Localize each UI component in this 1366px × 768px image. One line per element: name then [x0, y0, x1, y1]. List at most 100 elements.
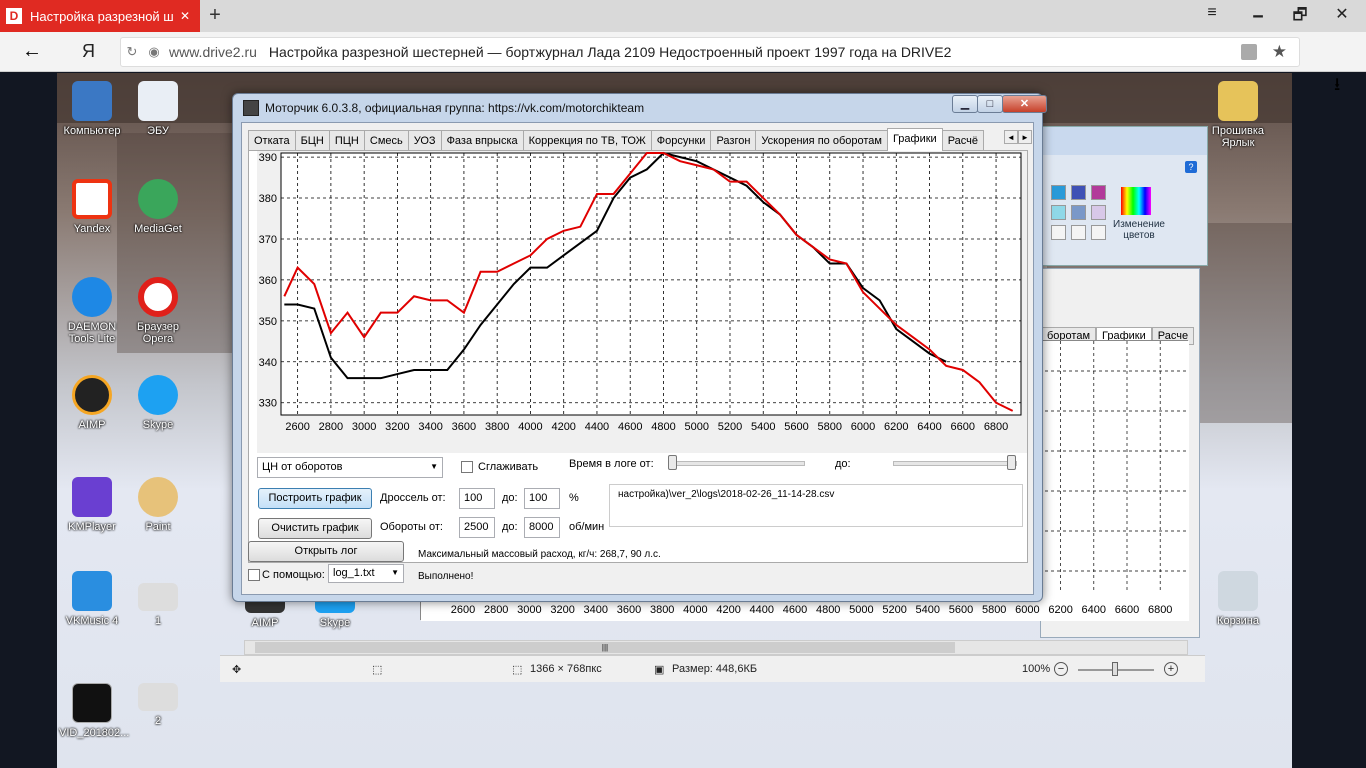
color-swatch[interactable] — [1091, 185, 1106, 200]
desktop-icon-file-1[interactable]: 1 — [125, 583, 191, 627]
window-titlebar[interactable]: Моторчик 6.0.3.8, официальная группа: ht… — [243, 98, 644, 118]
tab-strip: Отката БЦН ПЦН Смесь УОЗ Фаза впрыска Коррекци… — [248, 128, 1028, 151]
close-window-button[interactable]: ✕ — [1330, 4, 1354, 24]
time-from-slider-thumb[interactable] — [668, 455, 677, 470]
desktop-icon-video[interactable]: VID_201802... — [59, 683, 129, 739]
back-button[interactable]: ← — [22, 40, 42, 63]
download-icon[interactable]: ⭳ — [1334, 72, 1340, 102]
desktop-icon-mediaget[interactable]: MediaGet — [125, 179, 191, 235]
bg-x-tick-label: 3600 — [617, 604, 641, 616]
x-tick-label: 3000 — [352, 421, 376, 433]
color-swatch[interactable] — [1051, 225, 1066, 240]
window-close-button[interactable]: ✕ — [1002, 95, 1047, 113]
build-graph-button[interactable]: Построить график — [258, 488, 372, 509]
color-swatch[interactable] — [1091, 205, 1106, 220]
zoom-in-button[interactable]: + — [1164, 662, 1178, 676]
time-from-slider[interactable] — [669, 461, 805, 466]
tab-0[interactable]: Отката — [248, 130, 296, 151]
desktop-icon-ecu[interactable]: ЭБУ — [125, 81, 191, 137]
color-swatch[interactable] — [1071, 205, 1086, 220]
move-icon[interactable]: ✥ — [232, 663, 241, 676]
tab-scroll-right-button[interactable]: ► — [1018, 130, 1032, 144]
reload-icon[interactable]: ↻ — [121, 44, 143, 60]
help-icon[interactable]: ? — [1185, 161, 1197, 173]
x-tick-label: 5200 — [718, 421, 742, 433]
zoom-slider-thumb[interactable] — [1112, 662, 1118, 676]
bg-x-tick-label: 4600 — [783, 604, 807, 616]
x-tick-label: 2800 — [319, 421, 343, 433]
rpm-from-input[interactable]: 2500 — [459, 517, 495, 538]
tab-11[interactable]: Расчё — [941, 130, 985, 151]
desktop-icon-vkmusic[interactable]: VKMusic 4 — [59, 571, 125, 627]
tab-2[interactable]: ПЦН — [328, 130, 365, 151]
bg-x-tick-label: 3800 — [650, 604, 674, 616]
scrollbar-thumb[interactable]: ||| — [255, 642, 955, 653]
selection-icon[interactable]: ⬚ — [372, 663, 382, 676]
helper-select[interactable]: log_1.txt ▼ — [328, 564, 404, 583]
throttle-from-label: Дроссель от: — [380, 492, 446, 504]
smooth-label: Сглаживать — [478, 461, 539, 473]
desktop-icon-computer[interactable]: Компьютер — [59, 81, 125, 137]
bookmark-star-icon[interactable]: ★ — [1272, 42, 1287, 62]
desktop-icon-skype[interactable]: Skype — [125, 375, 191, 431]
color-swatch[interactable] — [1051, 185, 1066, 200]
smooth-checkbox[interactable] — [461, 461, 473, 473]
color-swatch[interactable] — [1091, 225, 1106, 240]
bg-x-tick-label: 4000 — [683, 604, 707, 616]
horizontal-scrollbar[interactable]: ||| — [244, 640, 1188, 655]
log-path-field[interactable]: настройка)\ver_2\logs\2018-02-26_11-14-2… — [609, 484, 1023, 527]
x-tick-label: 4200 — [551, 421, 575, 433]
new-tab-button[interactable]: + — [205, 4, 225, 27]
tab-scroll-left-button[interactable]: ◄ — [1004, 130, 1018, 144]
desktop-icon-aimp[interactable]: AIMP — [59, 375, 125, 431]
clear-graph-button[interactable]: Очистить график — [258, 518, 372, 539]
desktop-icon-daemon-tools[interactable]: DAEMON Tools Lite — [59, 277, 125, 345]
tab-6[interactable]: Коррекция по ТВ, ТОЖ — [522, 130, 652, 151]
chevron-down-icon: ▼ — [391, 568, 399, 577]
hamburger-icon[interactable]: ≡ — [1200, 4, 1224, 22]
window-maximize-button[interactable]: □ — [977, 95, 1003, 113]
open-log-button[interactable]: Открыть лог — [248, 541, 404, 562]
color-swatch[interactable] — [1071, 225, 1086, 240]
time-to-slider-thumb[interactable] — [1007, 455, 1016, 470]
throttle-from-input[interactable]: 100 — [459, 488, 495, 509]
tab-close-button[interactable]: ✕ — [180, 9, 190, 23]
x-tick-label: 4400 — [585, 421, 609, 433]
rpm-to-input[interactable]: 8000 — [524, 517, 560, 538]
minimize-button[interactable]: 🗕 — [1246, 4, 1270, 31]
desktop-icon-paint[interactable]: Paint — [125, 477, 191, 533]
x-tick-label: 3600 — [452, 421, 476, 433]
drive2-favicon: D — [6, 8, 22, 24]
time-to-slider[interactable] — [893, 461, 1017, 466]
url-field[interactable]: ↻ ◉ www.drive2.ru Настройка разрезной ше… — [120, 37, 1300, 67]
lock-icon[interactable] — [1241, 44, 1257, 60]
color-swatch[interactable] — [1051, 205, 1066, 220]
zoom-out-button[interactable]: − — [1054, 662, 1068, 676]
mode-select[interactable]: ЦН от оборотов ▼ — [257, 457, 443, 478]
throttle-to-input[interactable]: 100 — [524, 488, 560, 509]
tab-3[interactable]: Смесь — [363, 130, 409, 151]
desktop-icon-opera[interactable]: Браузер Opera — [125, 277, 191, 345]
desktop-icon-recycle-bin[interactable]: Корзина — [1205, 571, 1271, 627]
helper-select-value: log_1.txt — [333, 567, 375, 579]
desktop-icon-yandex[interactable]: Yandex — [59, 179, 125, 235]
tab-8[interactable]: Разгон — [710, 130, 757, 151]
tab-10[interactable]: Графики — [886, 128, 943, 151]
helper-checkbox[interactable] — [248, 569, 260, 581]
change-colors-icon[interactable] — [1121, 187, 1151, 215]
site-info-icon[interactable]: ◉ — [143, 44, 165, 60]
color-swatch[interactable] — [1071, 185, 1086, 200]
window-minimize-button[interactable]: ▁ — [952, 95, 978, 113]
tab-4[interactable]: УОЗ — [407, 130, 442, 151]
zoom-level: 100% — [1022, 663, 1051, 675]
desktop-icon-kmplayer[interactable]: KMPlayer — [59, 477, 125, 533]
desktop-icon-firmware-shortcut[interactable]: Прошивка Ярлык — [1205, 81, 1271, 149]
tab-7[interactable]: Форсунки — [650, 130, 712, 151]
restore-button[interactable]: 🗗 — [1288, 4, 1312, 31]
tab-1[interactable]: БЦН — [294, 130, 330, 151]
browser-tab[interactable]: D Настройка разрезной ш ✕ — [0, 0, 200, 32]
tab-9[interactable]: Ускорения по оборотам — [755, 130, 888, 151]
yandex-logo-button[interactable]: Я — [82, 41, 95, 62]
tab-5[interactable]: Фаза впрыска — [440, 130, 524, 151]
desktop-icon-file-2[interactable]: 2 — [125, 683, 191, 727]
